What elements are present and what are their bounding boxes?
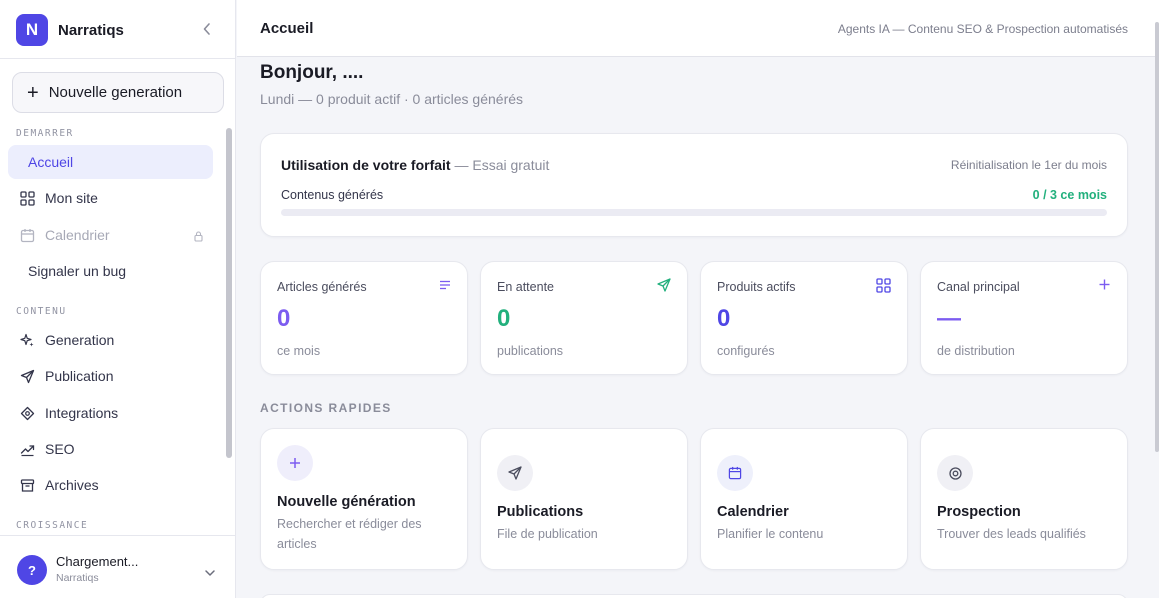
sidebar-scrollbar[interactable] xyxy=(226,128,232,458)
calendar-icon xyxy=(717,455,753,491)
greeting-subtitle: Lundi — 0 produit actif · 0 articles gén… xyxy=(260,91,524,107)
sidebar: N Narratiqs + Nouvelle generation DEMARR… xyxy=(0,0,236,598)
sidebar-item-label: Accueil xyxy=(28,154,74,170)
grid-icon xyxy=(876,278,891,298)
stat-label: Canal principal xyxy=(937,280,1020,294)
brand-logo: N xyxy=(16,14,48,46)
new-generation-label: Nouvelle generation xyxy=(48,84,183,101)
brand-name: Narratiqs xyxy=(58,21,124,39)
sidebar-item-label: Signaler un bug xyxy=(28,263,127,279)
action-card-publications[interactable]: Publications File de publication xyxy=(480,428,688,570)
sidebar-item-archives[interactable]: Archives xyxy=(8,468,213,502)
action-title: Calendrier xyxy=(717,504,789,520)
page-title: Accueil xyxy=(260,20,314,37)
action-title: Prospection xyxy=(937,504,1021,520)
sidebar-item-generation[interactable]: Generation xyxy=(8,323,213,357)
greeting: Bonjour, .... xyxy=(260,62,364,83)
usage-label: Contenus générés xyxy=(281,188,384,202)
user-org: Narratiqs xyxy=(56,572,99,584)
action-card-prospection[interactable]: Prospection Trouver des leads qualifiés xyxy=(920,428,1128,570)
stat-label: Articles générés xyxy=(277,280,367,294)
plan-usage-card: Utilisation de votre forfait — Essai gra… xyxy=(260,133,1128,237)
target-icon xyxy=(937,455,973,491)
plus-icon xyxy=(277,445,313,481)
stat-card-channel: Canal principal — de distribution xyxy=(920,261,1128,375)
stat-value: 0 xyxy=(497,305,511,332)
usage-count: 0 / 3 ce mois xyxy=(1032,188,1107,202)
stat-card-pending: En attente 0 publications xyxy=(480,261,688,375)
stat-value: — xyxy=(937,305,961,332)
calendar-icon xyxy=(19,227,35,243)
action-desc: Trouver des leads qualifiés xyxy=(937,527,1086,541)
chevron-down-icon xyxy=(204,564,216,582)
chevron-left-icon xyxy=(203,23,210,35)
stat-card-products: Produits actifs 0 configurés xyxy=(700,261,908,375)
sidebar-item-label: Archives xyxy=(45,477,99,493)
plus-icon: + xyxy=(27,81,39,104)
stat-sub: de distribution xyxy=(937,344,1015,358)
action-desc: Rechercher et rédiger des articles xyxy=(277,517,422,551)
sidebar-item-label: SEO xyxy=(45,441,75,457)
plus-icon[interactable] xyxy=(1098,278,1111,296)
new-generation-button[interactable]: + Nouvelle generation xyxy=(12,72,224,113)
sidebar-nav: DEMARRER Accueil Mon site Calendrier Sig… xyxy=(0,122,222,530)
collapse-sidebar-button[interactable] xyxy=(198,20,216,38)
sidebar-item-integrations[interactable]: Integrations xyxy=(8,396,213,430)
action-card-new-generation[interactable]: Nouvelle génération Rechercher et rédige… xyxy=(260,428,468,570)
user-menu[interactable]: ? Chargement... Narratiqs xyxy=(0,535,236,598)
stat-label: Produits actifs xyxy=(717,280,796,294)
sparkle-icon xyxy=(19,332,35,348)
next-section-card xyxy=(260,594,1128,598)
send-icon xyxy=(19,368,35,384)
sidebar-item-mon-site[interactable]: Mon site xyxy=(8,181,213,215)
section-label-contenu: CONTENU xyxy=(16,306,67,317)
send-icon xyxy=(497,455,533,491)
sidebar-item-publication[interactable]: Publication xyxy=(8,359,213,393)
stat-sub: ce mois xyxy=(277,344,321,358)
plug-icon xyxy=(19,405,35,421)
sidebar-item-accueil[interactable]: Accueil xyxy=(8,145,213,179)
action-desc: Planifier le contenu xyxy=(717,527,824,541)
sidebar-item-calendrier[interactable]: Calendrier xyxy=(8,218,213,252)
action-title: Publications xyxy=(497,504,584,520)
stat-card-articles: Articles générés 0 ce mois xyxy=(260,261,468,375)
page-subtitle: Agents IA — Contenu SEO & Prospection au… xyxy=(837,22,1128,36)
usage-progress-bar xyxy=(281,209,1107,216)
stat-sub: configurés xyxy=(717,344,775,358)
action-desc: File de publication xyxy=(497,527,598,541)
section-label-demarrer: DEMARRER xyxy=(16,128,74,139)
sidebar-item-label: Publication xyxy=(45,368,114,384)
stat-value: 0 xyxy=(717,305,731,332)
main-scrollbar[interactable] xyxy=(1155,22,1159,452)
stat-value: 0 xyxy=(277,305,291,332)
action-title: Nouvelle génération xyxy=(277,494,416,510)
top-bar: Accueil Agents IA — Contenu SEO & Prospe… xyxy=(237,0,1159,57)
sidebar-item-label: Generation xyxy=(45,332,115,348)
action-card-calendrier[interactable]: Calendrier Planifier le contenu xyxy=(700,428,908,570)
send-icon xyxy=(657,278,671,297)
grid-icon xyxy=(19,190,35,206)
archive-icon xyxy=(19,477,35,493)
plan-reset-note: Réinitialisation le 1er du mois xyxy=(950,158,1107,172)
user-name: Chargement... xyxy=(56,554,139,569)
brand[interactable]: N Narratiqs xyxy=(16,14,124,46)
sidebar-item-label: Calendrier xyxy=(45,227,110,243)
trend-icon xyxy=(19,441,35,457)
plan-name: — Essai gratuit xyxy=(454,157,550,173)
sidebar-item-label: Mon site xyxy=(45,190,98,206)
stat-sub: publications xyxy=(497,344,564,358)
quick-actions-heading: ACTIONS RAPIDES xyxy=(260,401,392,415)
stat-label: En attente xyxy=(497,280,554,294)
plan-title: Utilisation de votre forfait — Essai gra… xyxy=(281,157,549,173)
lines-icon xyxy=(439,278,451,296)
section-label-croissance: CROISSANCE xyxy=(16,520,89,530)
sidebar-item-signaler-bug[interactable]: Signaler un bug xyxy=(8,254,213,288)
plan-title-text: Utilisation de votre forfait xyxy=(281,157,451,173)
sidebar-item-label: Integrations xyxy=(45,405,119,421)
sidebar-item-seo[interactable]: SEO xyxy=(8,432,213,466)
divider xyxy=(0,58,236,59)
lock-icon xyxy=(194,229,203,245)
avatar: ? xyxy=(17,555,47,585)
